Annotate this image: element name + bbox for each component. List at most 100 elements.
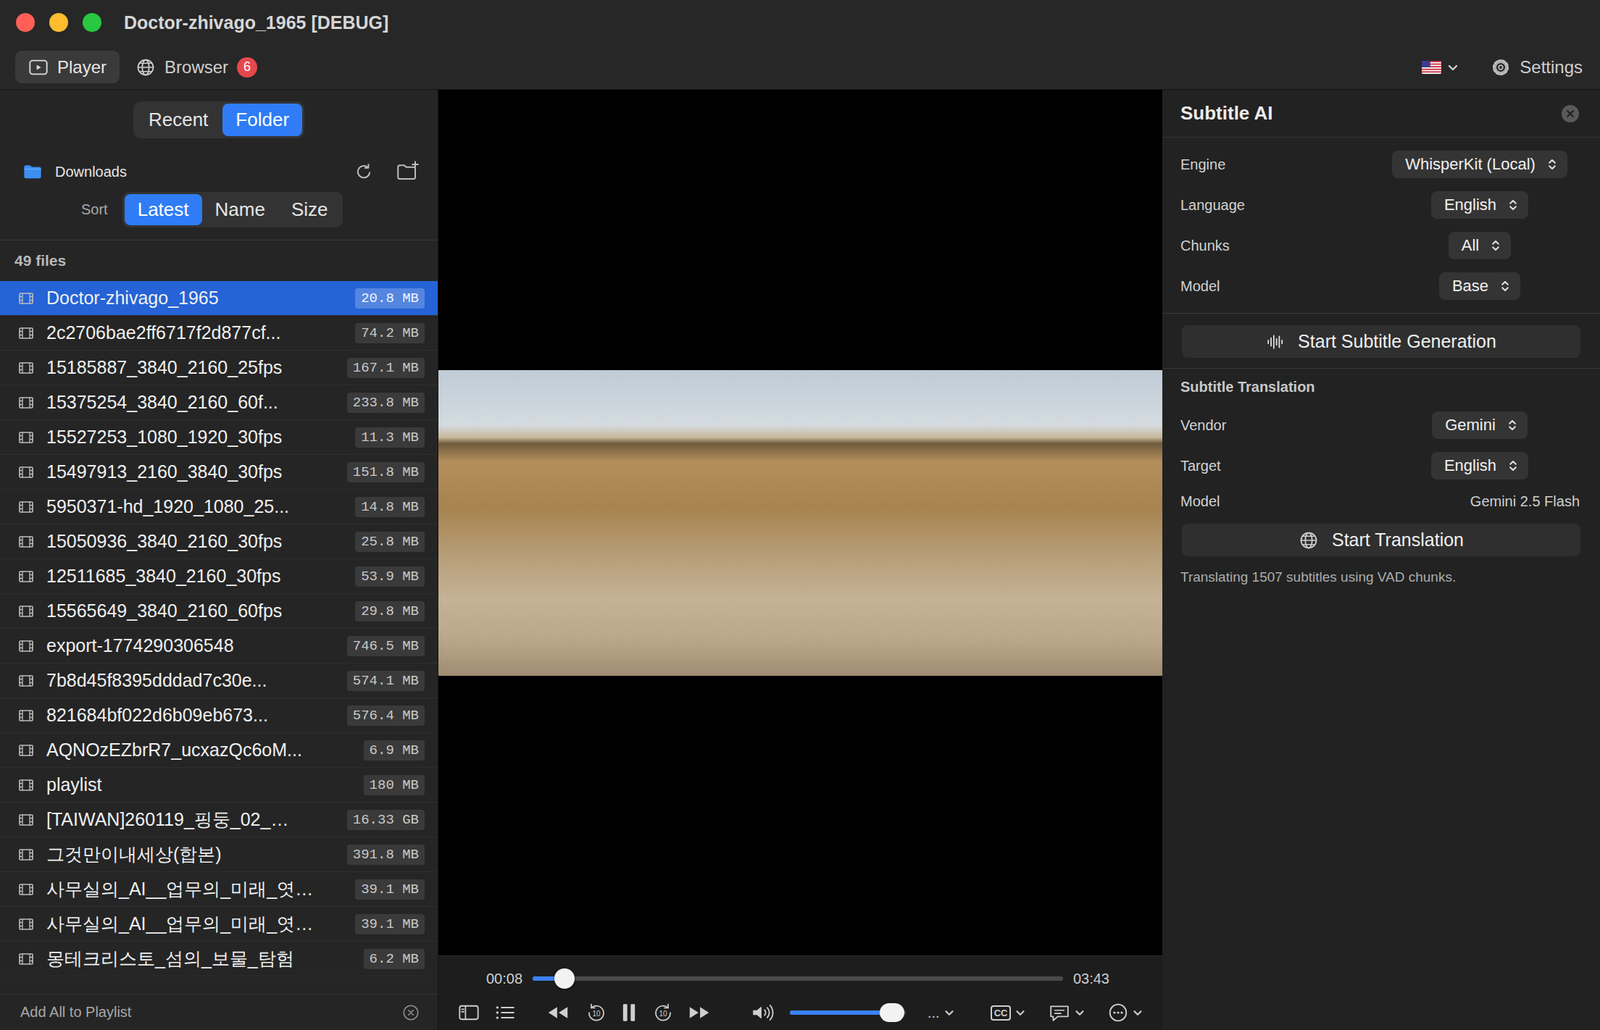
file-row[interactable]: 사무실의_AI__업무의_미래_엿…39.1 MB xyxy=(0,872,438,908)
film-icon xyxy=(17,950,35,969)
sort-button[interactable]: Latest xyxy=(124,194,203,226)
file-row[interactable]: 5950371-hd_1920_1080_25...14.8 MB xyxy=(0,489,438,525)
tab-bar: PlayerBrowser6 xyxy=(15,50,271,84)
film-icon xyxy=(17,742,35,760)
generate-button[interactable]: Start Subtitle Generation xyxy=(1181,325,1581,358)
file-row[interactable]: 15050936_3840_2160_30fps25.8 MB xyxy=(0,524,438,560)
mode-button[interactable]: Recent xyxy=(135,103,222,137)
file-row[interactable]: export-1774290306548746.5 MB xyxy=(0,628,438,664)
tab-badge: 6 xyxy=(236,57,258,78)
file-list: Doctor-zhivago_196520.8 MB2c2706bae2ff67… xyxy=(0,281,438,995)
mode-button[interactable]: Folder xyxy=(222,103,303,137)
setting-row: LanguageEnglish xyxy=(1162,184,1600,226)
new-folder-icon[interactable] xyxy=(395,160,421,183)
minimize-button[interactable] xyxy=(49,13,69,32)
file-row[interactable]: 15497913_2160_3840_30fps 151.8 MB xyxy=(0,455,438,490)
ellipsis-circle-icon xyxy=(1107,1002,1129,1024)
clear-icon[interactable] xyxy=(401,1003,421,1023)
setting-row: EngineWhisperKit (Local) xyxy=(1162,144,1600,185)
more-menu[interactable] xyxy=(1107,1002,1145,1024)
duration: 03:43 xyxy=(1073,971,1110,988)
dropdown[interactable]: WhisperKit (Local) xyxy=(1392,150,1568,179)
file-row[interactable]: 12511685_3840_2160_30fps53.9 MB xyxy=(0,559,438,595)
caption-menu[interactable]: CC xyxy=(990,1005,1028,1022)
pause-icon[interactable] xyxy=(620,1002,638,1024)
volume-thumb[interactable] xyxy=(879,1003,905,1023)
tab[interactable]: Browser6 xyxy=(122,50,271,84)
file-name: 15497913_2160_3840_30fps xyxy=(46,461,336,483)
refresh-icon[interactable] xyxy=(353,161,374,182)
skip-seconds: 10 xyxy=(652,1002,674,1024)
translate-button[interactable]: Start Translation xyxy=(1181,523,1581,557)
generate-wrap: Start Subtitle Generation xyxy=(1162,313,1600,369)
file-row[interactable]: 사무실의_AI__업무의_미래_엿…39.1 MB xyxy=(0,907,438,943)
file-name: 12511685_3840_2160_30fps xyxy=(46,565,344,587)
progress-thumb[interactable] xyxy=(554,968,575,990)
dropdown[interactable]: English xyxy=(1431,452,1529,480)
add-all-button[interactable]: Add All to Playlist xyxy=(20,1004,402,1022)
file-row[interactable]: 그것만이내세상(합본)391.8 MB xyxy=(0,837,438,873)
dropdown[interactable]: All xyxy=(1448,231,1511,260)
dropdown[interactable]: Base xyxy=(1439,272,1521,300)
setting-text: Gemini 2.5 Flash xyxy=(1470,493,1580,511)
setting-row: ModelBase xyxy=(1162,265,1600,307)
dropdown-value: English xyxy=(1444,456,1497,476)
up-down-chevron-icon xyxy=(1507,417,1518,434)
dropdown[interactable]: English xyxy=(1431,191,1529,219)
audio-menu[interactable]: ... xyxy=(927,1005,956,1022)
progress-track[interactable] xyxy=(532,976,1064,982)
file-size: 576.4 MB xyxy=(347,705,425,727)
tab[interactable]: Player xyxy=(15,50,120,84)
file-row[interactable]: 몽테크리스토_섬의_보물_탐험 6.2 MB xyxy=(0,942,438,977)
close-icon[interactable] xyxy=(1560,104,1580,124)
rewind-icon[interactable] xyxy=(545,1005,571,1022)
file-size: 6.2 MB xyxy=(363,949,425,970)
list-icon[interactable] xyxy=(494,1003,516,1023)
file-name: playlist xyxy=(46,774,353,796)
setting-value: Base xyxy=(1379,272,1580,300)
file-row[interactable]: 15527253_1080_1920_30fps11.3 MB xyxy=(0,420,438,456)
file-row[interactable]: [TAIWAN]260119_핑둥_02_…16.33 GB xyxy=(0,802,438,838)
folder-name: Downloads xyxy=(55,163,343,181)
file-name: 5950371-hd_1920_1080_25... xyxy=(46,496,344,518)
settings-button[interactable]: Settings xyxy=(1490,57,1583,78)
setting-row: ChunksAll xyxy=(1162,225,1600,266)
file-size: 151.8 MB xyxy=(347,462,425,483)
sidebar-toggle-icon[interactable] xyxy=(457,1003,480,1023)
file-row[interactable]: 15565649_3840_2160_60fps29.8 MB xyxy=(0,594,438,629)
status-text: Translating 1507 subtitles using VAD chu… xyxy=(1162,556,1600,587)
language-menu[interactable] xyxy=(1421,60,1461,75)
setting-row: Vendor Gemini xyxy=(1162,405,1600,446)
generate-label: Start Subtitle Generation xyxy=(1297,331,1497,353)
volume-icon[interactable] xyxy=(750,1003,776,1023)
video-view xyxy=(438,89,1163,956)
file-row[interactable]: 2c2706bae2ff6717f2d877cf...74.2 MB xyxy=(0,315,438,351)
skip-back-button[interactable]: 10 xyxy=(585,1002,608,1024)
skip-forward-button[interactable]: 10 xyxy=(652,1002,674,1024)
subtitle-menu[interactable] xyxy=(1048,1003,1087,1023)
fast-forward-icon[interactable] xyxy=(686,1005,712,1022)
player-column: 00:0803:431010...CC xyxy=(438,89,1163,1030)
sort-button[interactable]: Size xyxy=(278,194,342,226)
zoom-button[interactable] xyxy=(82,13,102,32)
close-button[interactable] xyxy=(15,13,35,32)
setting-value: All xyxy=(1379,231,1580,260)
file-row[interactable]: AQNOzEZbrR7_ucxazQc6oM...6.9 MB xyxy=(0,733,438,769)
volume-slider[interactable] xyxy=(789,1010,906,1016)
file-row[interactable]: Doctor-zhivago_196520.8 MB xyxy=(0,281,438,316)
add-all-label: Add All to Playlist xyxy=(20,1004,132,1021)
subtitle-panel: Subtitle AIEngineWhisperKit (Local)Langu… xyxy=(1162,89,1600,1030)
file-name: 몽테크리스토_섬의_보물_탐험 xyxy=(46,947,353,972)
film-icon xyxy=(17,463,35,482)
setting-label: Vendor xyxy=(1180,417,1380,435)
file-row[interactable]: 15375254_3840_2160_60f...233.8 MB xyxy=(0,385,438,421)
file-row[interactable]: 7b8d45f8395dddad7c30e...574.1 MB xyxy=(0,663,438,699)
file-size: 74.2 MB xyxy=(355,323,425,344)
file-row[interactable]: 821684bf022d6b09eb673...576.4 MB xyxy=(0,698,438,734)
file-row[interactable]: playlist180 MB xyxy=(0,768,438,803)
skip-forward-wrap: 10 xyxy=(652,1002,674,1024)
dropdown[interactable]: Gemini xyxy=(1431,411,1528,440)
sort-button[interactable]: Name xyxy=(202,194,279,226)
file-row[interactable]: 15185887_3840_2160_25fps167.1 MB xyxy=(0,350,438,386)
film-icon xyxy=(17,498,35,516)
